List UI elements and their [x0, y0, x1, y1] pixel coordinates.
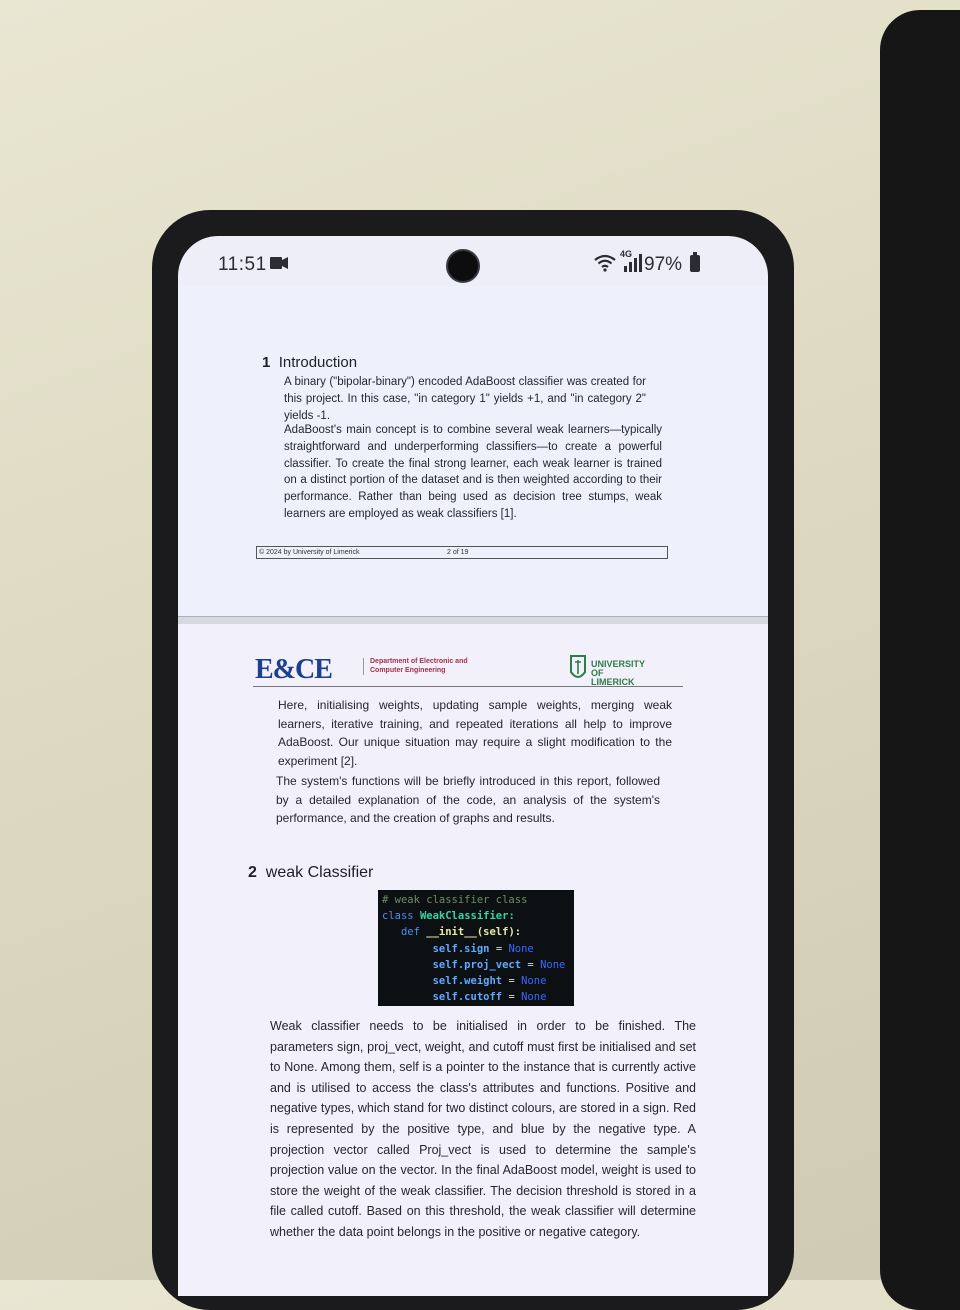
code-method: __init__(self): — [426, 926, 522, 939]
page-footer: © 2024 by University of Limerick 2 of 19 — [256, 546, 668, 559]
code-attr: self.proj_vect — [432, 958, 522, 971]
document-page-2: 1 Introduction A binary ("bipolar-binary… — [178, 286, 768, 616]
phone-screen: 11:51 4G 97% 1 Introduction A binary ("b… — [178, 236, 768, 1296]
code-keyword: class — [382, 910, 414, 923]
code-none: None — [521, 975, 547, 988]
status-bar: 11:51 4G 97% — [178, 236, 768, 284]
signal-icon — [624, 254, 642, 272]
code-operator: = — [508, 991, 515, 1004]
paragraph: A binary ("bipolar-binary") encoded AdaB… — [284, 376, 646, 422]
section-title: Introduction — [278, 354, 358, 371]
status-time: 11:51 — [218, 254, 267, 275]
code-none: None — [521, 991, 547, 1004]
code-line-def: def __init__(self): — [382, 924, 574, 940]
university-logo: UNIVERSITY OF LIMERICK — [569, 654, 649, 687]
section-heading-weak-classifier: 2 weak Classifier — [248, 864, 373, 882]
university-crest-icon — [570, 655, 586, 678]
paragraph: Weak classifier needs to be initialised … — [270, 1019, 696, 1239]
footer-page-number: 2 of 19 — [447, 549, 469, 556]
section-heading-introduction: 1 Introduction — [262, 354, 357, 371]
background-device — [880, 10, 960, 1310]
university-name: UNIVERSITY OF LIMERICK — [591, 659, 645, 687]
department-name: Department of Electronic and Computer En… — [363, 658, 480, 675]
code-class-name: WeakClassifier: — [419, 910, 515, 923]
code-attr: self.weight — [432, 975, 503, 988]
code-snippet: # weak classifier class class WeakClassi… — [378, 890, 574, 1006]
code-none: None — [508, 942, 534, 955]
document-page-3: E&CE Department of Electronic and Comput… — [178, 624, 768, 1296]
code-keyword: def — [400, 926, 420, 939]
code-line-attr: self.proj_vect = None — [382, 957, 574, 973]
battery-icon — [690, 252, 700, 272]
code-line-class: class WeakClassifier: — [382, 908, 574, 924]
code-none: None — [540, 958, 566, 971]
code-operator: = — [495, 942, 503, 955]
code-line-attr: self.cutoff = None — [382, 989, 574, 1005]
code-operator: = — [508, 975, 515, 988]
code-line-attr: self.sign = None — [382, 941, 574, 957]
code-attr: self.sign — [432, 942, 490, 955]
front-camera — [446, 249, 480, 283]
code-operator: = — [527, 958, 534, 971]
code-comment: # weak classifier class — [382, 894, 528, 906]
battery-percentage: 97% — [644, 254, 683, 275]
page-header: E&CE Department of Electronic and Comput… — [253, 650, 683, 687]
ece-logo: E&CE — [255, 654, 333, 685]
paragraph: Here, initialising weights, updating sam… — [278, 698, 672, 768]
code-line-attr: self.weight = None — [382, 973, 574, 989]
section-title: weak Classifier — [265, 864, 374, 881]
section-number: 1 — [262, 354, 271, 371]
code-attr: self.cutoff — [432, 991, 503, 1004]
footer-copyright: © 2024 by University of Limerick — [259, 549, 360, 556]
notification-icon — [270, 257, 288, 269]
wifi-icon — [594, 254, 616, 272]
paragraph: AdaBoost's main concept is to combine se… — [284, 424, 662, 520]
paragraph: The system's functions will be briefly i… — [276, 774, 660, 826]
section-number: 2 — [248, 864, 257, 881]
